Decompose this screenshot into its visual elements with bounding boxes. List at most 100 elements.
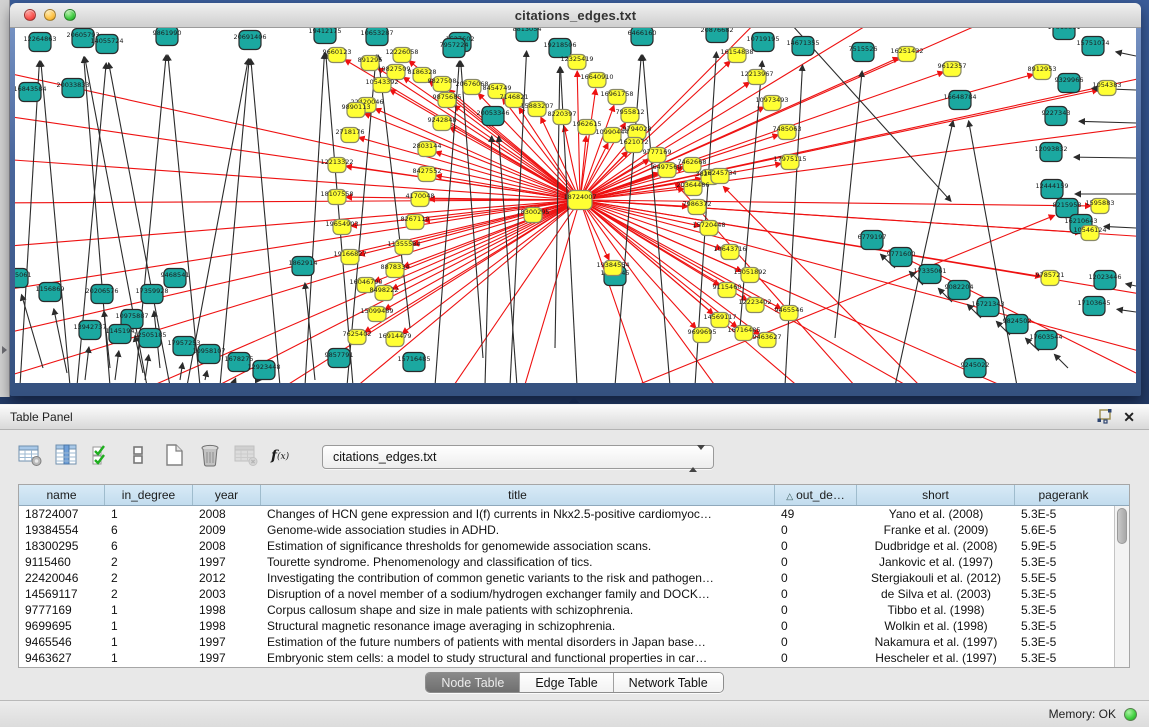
column-header-in_degree[interactable]: in_degree [105, 485, 193, 505]
control-panel-edge [0, 0, 10, 397]
cell-out_de: 0 [775, 618, 857, 634]
graph-node-label: 9861990 [153, 29, 182, 37]
graph-node-label: 9785721 [1036, 271, 1065, 279]
graph-node-label: 7462668 [678, 158, 707, 166]
cell-pagerank: 5.9E-5 [1015, 538, 1112, 554]
close-panel-icon[interactable]: ✕ [1123, 408, 1135, 426]
column-header-title[interactable]: title [261, 485, 775, 505]
cell-name: 9115460 [19, 554, 105, 570]
cell-out_de: 0 [775, 522, 857, 538]
graph-edge [580, 200, 955, 383]
cell-name: 9699695 [19, 618, 105, 634]
split-pane-handle[interactable] [569, 397, 579, 403]
dropdown-arrows-icon [689, 450, 705, 468]
table-column-icon [53, 443, 79, 472]
graph-node-label: 1145194 [106, 327, 135, 335]
table-select-dropdown[interactable]: citations_edges.txt [322, 445, 714, 469]
table-row[interactable]: 977716911998Corpus callosum shape and si… [19, 602, 1114, 618]
float-panel-icon[interactable] [1095, 408, 1115, 426]
memory-status-label: Memory: OK [1049, 707, 1116, 721]
cell-title: Structural magnetic resonance image aver… [261, 618, 775, 634]
graph-node-label: 12923448 [247, 363, 280, 371]
citation-network-graph[interactable]: 1226486320605793140557249861990206914061… [15, 28, 1136, 383]
graph-edge [1074, 157, 1136, 158]
cell-year: 2009 [193, 522, 261, 538]
graph-edge [251, 59, 280, 383]
graph-node-label: 9794028 [623, 125, 652, 133]
graph-node-label: 7957224 [440, 41, 469, 49]
graph-edge [1104, 226, 1136, 228]
select-all-button[interactable] [88, 444, 116, 471]
cell-year: 2008 [193, 506, 261, 522]
cell-title: Changes of HCN gene expression and I(f) … [261, 506, 775, 522]
cell-name: 18724007 [19, 506, 105, 522]
table-row[interactable]: 1830029562008Estimation of significance … [19, 538, 1114, 554]
cell-out_de: 0 [775, 554, 857, 570]
graph-node-label: 10643716 [713, 245, 746, 253]
graph-node-label: 10958107 [192, 347, 225, 355]
graph-node-label: 9771600 [887, 250, 916, 258]
function-builder-button[interactable]: f(x) [268, 444, 296, 471]
cell-out_de: 49 [775, 506, 857, 522]
graph-node-label: 12223402 [738, 298, 771, 306]
graph-node-label: 10975887 [115, 312, 148, 320]
graph-node-label: 9463627 [753, 333, 782, 341]
graph-edge [785, 65, 803, 383]
table-select-value: citations_edges.txt [333, 450, 437, 464]
show-columns-button[interactable] [52, 444, 80, 471]
network-window[interactable]: citations_edges.txt 12264863206057931405… [10, 3, 1141, 396]
graph-node-label: 10973493 [755, 96, 788, 104]
table-row[interactable]: 2242004622012Investigating the contribut… [19, 570, 1114, 586]
table-row[interactable]: 1872400712008Changes of HCN gene express… [19, 506, 1114, 522]
column-header-name[interactable]: name [19, 485, 105, 505]
table-row[interactable]: 1938455462009Genome-wide association stu… [19, 522, 1114, 538]
graph-edge [577, 71, 580, 200]
cell-title: Genome-wide association studies in ADHD. [261, 522, 775, 538]
svg-text:(x): (x) [277, 451, 290, 462]
graph-edge [969, 121, 1017, 383]
cell-year: 2012 [193, 570, 261, 586]
network-canvas[interactable]: 1226486320605793140557249861990206914061… [15, 28, 1136, 383]
graph-node-label: 16961758 [600, 90, 633, 98]
panel-expand-arrow-icon[interactable] [2, 346, 7, 354]
column-header-year[interactable]: year [193, 485, 261, 505]
table-row[interactable]: 946554611997Estimation of the future num… [19, 634, 1114, 650]
column-header-out_de[interactable]: △out_de… [775, 485, 857, 505]
table-row[interactable]: 969969511998Structural magnetic resonanc… [19, 618, 1114, 634]
graph-node-label: 12325419 [560, 55, 593, 63]
delete-table-button[interactable] [196, 444, 224, 471]
memory-status-icon[interactable] [1124, 708, 1137, 721]
graph-node-label: 8267110 [401, 215, 430, 223]
table-row[interactable]: 1456911722003Disruption of a novel membe… [19, 586, 1114, 602]
graph-node-label: 20691406 [233, 33, 266, 41]
graph-node-label: 15716485 [397, 355, 430, 363]
network-window-titlebar[interactable]: citations_edges.txt [10, 3, 1141, 28]
graph-edge [22, 295, 43, 368]
new-table-button[interactable] [160, 444, 188, 471]
tab-node-table[interactable]: Node Table [426, 673, 520, 692]
graph-node-label: 1595883 [1086, 199, 1115, 207]
tab-network-table[interactable]: Network Table [614, 673, 723, 692]
scrollbar-thumb[interactable] [1117, 508, 1127, 544]
table-row[interactable]: 946362711997Embryonic stem cells: a mode… [19, 650, 1114, 666]
table-mode-button[interactable] [16, 444, 44, 471]
cell-name: 18300295 [19, 538, 105, 554]
graph-node-label: 9777169 [643, 148, 672, 156]
graph-node-label: 9242848 [428, 116, 457, 124]
table-row[interactable]: 911546021997Tourette syndrome. Phenomeno… [19, 554, 1114, 570]
column-header-short[interactable]: short [857, 485, 1015, 505]
table-scrollbar[interactable] [1114, 506, 1129, 667]
table-header-row: namein_degreeyeartitle△out_de…shortpager… [19, 485, 1129, 506]
graph-node-label: 9827508 [428, 77, 457, 85]
graph-edge [220, 59, 249, 383]
graph-node-label: 8813054 [513, 28, 542, 33]
cell-short: de Silva et al. (2003) [857, 586, 1015, 602]
tab-edge-table[interactable]: Edge Table [520, 673, 613, 692]
cell-title: Tourette syndrome. Phenomenology and cla… [261, 554, 775, 570]
stacked-boxes-icon [126, 443, 150, 472]
sort-ascending-icon: △ [786, 491, 793, 501]
row-height-button[interactable] [124, 444, 152, 471]
graph-node-label: 16251432 [890, 47, 923, 55]
column-header-pagerank[interactable]: pagerank [1015, 485, 1112, 505]
cell-pagerank: 5.6E-5 [1015, 522, 1112, 538]
